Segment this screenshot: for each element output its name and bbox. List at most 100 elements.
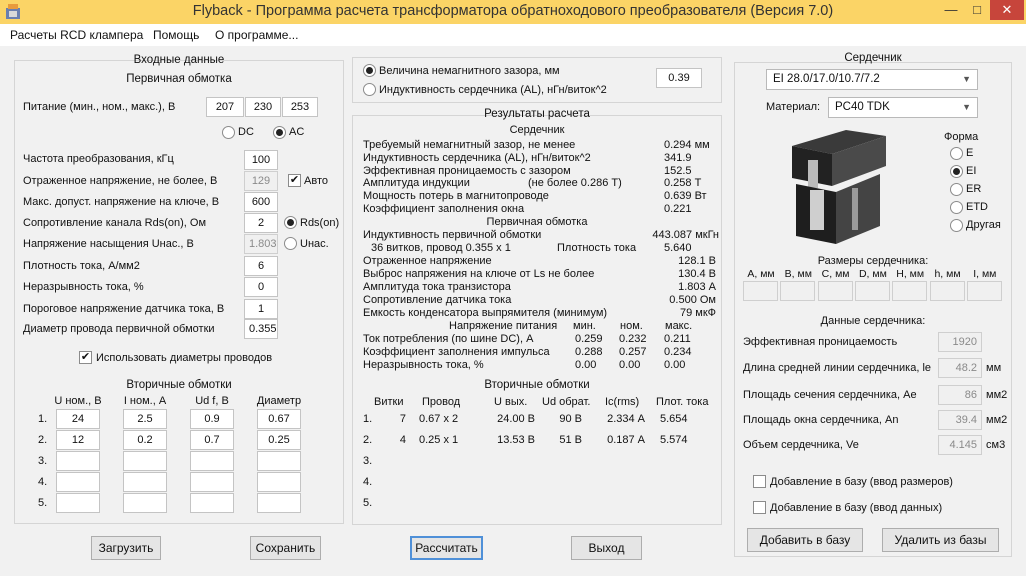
sec-input-cell[interactable]	[190, 472, 234, 492]
sec-row-number: 4.	[38, 476, 48, 488]
ac-radio[interactable]	[273, 126, 286, 139]
al-radio[interactable]	[363, 83, 376, 96]
sec-input-cell[interactable]	[56, 472, 100, 492]
sec-input-cell[interactable]: 12	[56, 430, 100, 450]
shape-er-radio[interactable]	[950, 183, 963, 196]
menu-help[interactable]: Помощь	[153, 28, 199, 42]
size-input[interactable]	[854, 281, 890, 301]
frequency-input[interactable]: 100	[244, 150, 278, 170]
delete-from-db-button[interactable]: Удалить из базы	[882, 528, 999, 552]
sec-input-cell[interactable]	[123, 493, 167, 513]
sec-input-cell[interactable]: 0.9	[190, 409, 234, 429]
reflected-voltage-input[interactable]: 129	[244, 171, 278, 191]
supply-cell: 0.257	[619, 346, 647, 358]
core-data-value[interactable]: 1920	[938, 332, 982, 352]
sec-input-cell[interactable]	[257, 493, 301, 513]
rdson-input[interactable]: 2	[244, 213, 278, 233]
chevron-down-icon: ▼	[962, 102, 971, 112]
calculate-button[interactable]: Рассчитать	[410, 536, 483, 560]
input-data-title: Входные данные	[133, 54, 225, 66]
sec-input-cell[interactable]: 0.67	[257, 409, 301, 429]
shape-ei-radio[interactable]	[950, 165, 963, 178]
material-select[interactable]: PC40 TDK ▼	[828, 97, 978, 118]
result-value: 0.294 мм	[664, 139, 710, 151]
supply-col-max: макс.	[665, 320, 693, 332]
result-sec-cell: 0.25 x 1	[419, 434, 459, 446]
size-input[interactable]	[780, 281, 816, 301]
core-data-unit: см3	[986, 439, 1006, 451]
max-switch-voltage-input[interactable]: 600	[244, 192, 278, 212]
gap-radio[interactable]	[363, 64, 376, 77]
add-sizes-checkbox[interactable]	[753, 475, 766, 488]
core-select[interactable]: EI 28.0/17.0/10.7/7.2 ▼	[766, 69, 978, 90]
shape-other-radio[interactable]	[950, 219, 963, 232]
usat-radio[interactable]	[284, 237, 297, 250]
gap-input[interactable]: 0.39	[656, 68, 702, 88]
sec-input-cell[interactable]	[123, 472, 167, 492]
current-density-label: Плотность тока, А/мм2	[23, 260, 140, 272]
use-wire-checkbox[interactable]: ✔	[79, 351, 92, 364]
continuity-input[interactable]: 0	[244, 277, 278, 297]
shape-e-radio[interactable]	[950, 147, 963, 160]
sec-input-cell[interactable]	[257, 451, 301, 471]
sec-input-cell[interactable]: 2.5	[123, 409, 167, 429]
sense-threshold-input[interactable]: 1	[244, 299, 278, 319]
max-switch-voltage-label: Макс. допуст. напряжение на ключе, В	[23, 196, 220, 208]
menu-about[interactable]: О программе...	[215, 28, 298, 42]
primary-wire-input[interactable]: 0.355	[244, 319, 278, 339]
core-data-value[interactable]: 86	[938, 385, 982, 405]
saturation-voltage-input[interactable]: 1.803	[244, 234, 278, 254]
size-input[interactable]	[966, 281, 1002, 301]
current-density-input[interactable]: 6	[244, 256, 278, 276]
sec-input-cell[interactable]	[190, 451, 234, 471]
supply-cell: 0.288	[575, 346, 603, 358]
sec-input-cell[interactable]	[190, 493, 234, 513]
supply-min-input[interactable]: 207	[206, 97, 244, 117]
maximize-button[interactable]: □	[964, 0, 990, 20]
dc-radio[interactable]	[222, 126, 235, 139]
continuity-label: Неразрывность тока, %	[23, 281, 144, 293]
result-sec-header: Витки	[374, 396, 404, 408]
close-button[interactable]: ✕	[990, 0, 1024, 20]
supply-row-label: Коэффициент заполнения импульса	[363, 346, 550, 358]
size-input[interactable]	[892, 281, 928, 301]
size-input[interactable]	[929, 281, 965, 301]
core-data-value[interactable]: 4.145	[938, 435, 982, 455]
save-button[interactable]: Сохранить	[250, 536, 321, 560]
supply-nom-input[interactable]: 230	[245, 97, 281, 117]
sec-input-cell[interactable]	[257, 472, 301, 492]
size-input[interactable]	[817, 281, 853, 301]
saturation-voltage-label: Напряжение насыщения Uнас., В	[23, 238, 194, 250]
sec-input-cell[interactable]	[56, 493, 100, 513]
sec-input-cell[interactable]	[56, 451, 100, 471]
result-label: Амплитуда индукции	[363, 177, 470, 190]
exit-button[interactable]: Выход	[571, 536, 642, 560]
sec-input-cell[interactable]: 0.7	[190, 430, 234, 450]
menu-rcd-clamper[interactable]: Расчеты RCD клампера	[10, 28, 143, 42]
core-data-label: Объем сердечника, Ve	[743, 439, 859, 451]
core-image	[786, 126, 896, 246]
add-data-label: Добавление в базу (ввод данных)	[770, 502, 943, 514]
result-label: Коэффициент заполнения окна	[363, 203, 525, 215]
core-data-value[interactable]: 39.4	[938, 410, 982, 430]
result-sec-cell: 0.187 А	[607, 434, 645, 446]
supply-max-input[interactable]: 253	[282, 97, 318, 117]
sec-input-cell[interactable]: 0.2	[123, 430, 167, 450]
size-input[interactable]	[743, 281, 778, 301]
sec-input-cell[interactable]: 24	[56, 409, 100, 429]
add-data-checkbox[interactable]	[753, 501, 766, 514]
sec-input-cell[interactable]: 0.25	[257, 430, 301, 450]
result-label: Индуктивность сердечника (AL), нГн/виток…	[363, 151, 591, 164]
core-data-title: Данные сердечника:	[820, 315, 926, 327]
shape-etd-radio[interactable]	[950, 201, 963, 214]
supply-header: Напряжение питания	[449, 320, 558, 332]
core-data-value[interactable]: 48.2	[938, 358, 982, 378]
sec-input-cell[interactable]	[123, 451, 167, 471]
result-sec-row-number: 3.	[363, 455, 373, 467]
add-to-db-button[interactable]: Добавить в базу	[747, 528, 863, 552]
rdson-radio[interactable]	[284, 216, 297, 229]
load-button[interactable]: Загрузить	[91, 536, 161, 560]
gap-label: Величина немагнитного зазора, мм	[379, 65, 560, 77]
minimize-button[interactable]: —	[938, 0, 964, 20]
auto-checkbox[interactable]: ✔	[288, 174, 301, 187]
